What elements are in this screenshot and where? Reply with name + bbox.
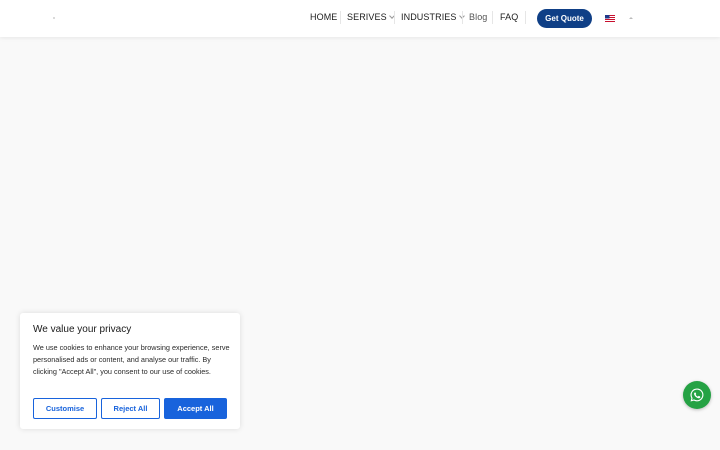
nav-faq[interactable]: FAQ bbox=[500, 12, 518, 22]
us-flag-icon[interactable] bbox=[605, 15, 615, 22]
nav-home[interactable]: HOME bbox=[310, 12, 337, 22]
nav-services[interactable]: SERIVES bbox=[347, 12, 395, 22]
cookie-title: We value your privacy bbox=[33, 324, 132, 335]
nav-industries-label: INDUSTRIES bbox=[401, 12, 457, 22]
nav-separator bbox=[492, 11, 493, 24]
reject-all-button[interactable]: Reject All bbox=[101, 398, 160, 419]
nav-separator bbox=[525, 11, 526, 24]
accept-all-button[interactable]: Accept All bbox=[164, 398, 227, 419]
nav-services-label: SERIVES bbox=[347, 12, 387, 22]
whatsapp-icon bbox=[690, 388, 704, 402]
site-header: HOME SERIVES INDUSTRIES Blog FAQ Get Quo… bbox=[0, 0, 720, 37]
nav-separator bbox=[340, 11, 341, 24]
nav-industries[interactable]: INDUSTRIES bbox=[401, 12, 465, 22]
nav-separator bbox=[394, 11, 395, 24]
nav-separator bbox=[462, 11, 463, 24]
cookie-description: We use cookies to enhance your browsing … bbox=[33, 343, 230, 376]
caret-up-icon[interactable] bbox=[629, 17, 633, 19]
nav-blog[interactable]: Blog bbox=[469, 12, 487, 22]
whatsapp-chat-button[interactable] bbox=[683, 381, 711, 409]
cookie-consent-banner: We value your privacy We use cookies to … bbox=[20, 313, 240, 429]
customise-button[interactable]: Customise bbox=[33, 398, 97, 419]
get-quote-button[interactable]: Get Quote bbox=[537, 9, 592, 28]
